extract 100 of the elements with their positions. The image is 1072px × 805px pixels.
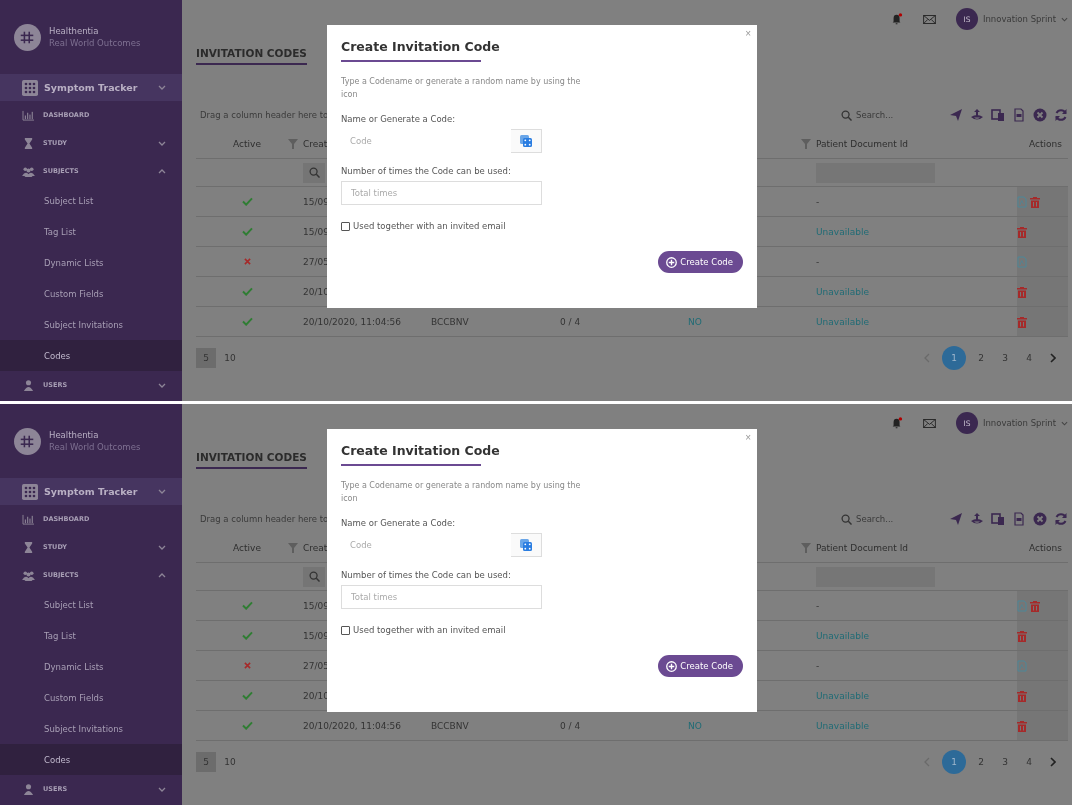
refresh-icon[interactable] bbox=[1054, 108, 1068, 122]
search-icon bbox=[841, 513, 852, 525]
table-cell: Unavailable bbox=[816, 226, 869, 237]
next-page-icon[interactable] bbox=[1050, 353, 1056, 363]
caret-icon bbox=[158, 572, 166, 578]
caret-icon bbox=[158, 140, 166, 146]
nav-subitem[interactable]: Custom Fields bbox=[0, 682, 182, 713]
field-label: Name or Generate a Code: bbox=[341, 518, 456, 528]
plus-circle-icon bbox=[666, 660, 678, 672]
nav-subitem[interactable]: Dynamic Lists bbox=[0, 651, 182, 682]
clear-icon[interactable] bbox=[1033, 108, 1047, 122]
table-cell: Unavailable bbox=[816, 630, 869, 641]
page-link[interactable]: 1 bbox=[942, 346, 966, 370]
table-cell: NO bbox=[688, 720, 702, 731]
caret-icon bbox=[1061, 420, 1068, 426]
user-name: Innovation Sprint bbox=[982, 14, 1056, 24]
table-cell: 20/10/2020, 11:04:56 bbox=[303, 720, 401, 731]
page-size-option[interactable]: 10 bbox=[220, 348, 240, 368]
upload-icon[interactable] bbox=[970, 108, 984, 122]
search-icon bbox=[308, 167, 320, 178]
generate-code-button[interactable] bbox=[511, 533, 542, 557]
column-header[interactable]: Patient Document Id bbox=[816, 139, 909, 149]
app-switcher[interactable]: Symptom Tracker bbox=[0, 478, 182, 505]
column-header[interactable]: Patient Document Id bbox=[816, 543, 909, 553]
total-times-input-field[interactable]: Total times bbox=[341, 181, 542, 205]
checkbox[interactable] bbox=[341, 625, 350, 635]
nav-subitem[interactable]: Subject List bbox=[0, 185, 182, 216]
column-header[interactable]: Actions bbox=[1029, 139, 1062, 149]
caret-icon bbox=[158, 382, 166, 388]
grid-icon bbox=[22, 483, 38, 500]
create-code-button[interactable]: Create Code bbox=[658, 655, 743, 677]
column-header[interactable]: Active bbox=[233, 543, 261, 553]
user-name: Innovation Sprint bbox=[982, 418, 1056, 428]
brand-name: Healthentia bbox=[49, 26, 100, 36]
brand-tagline: Real World Outcomes bbox=[49, 38, 141, 48]
csv-file-icon[interactable] bbox=[1012, 108, 1026, 122]
caret-icon bbox=[158, 85, 166, 90]
page-link[interactable]: 4 bbox=[1020, 346, 1038, 370]
clear-icon[interactable] bbox=[1033, 512, 1047, 526]
table-cell: Unavailable bbox=[816, 720, 869, 731]
bar-chart-icon bbox=[22, 513, 35, 525]
mail-icon[interactable] bbox=[922, 418, 936, 428]
page-link[interactable]: 2 bbox=[972, 750, 990, 774]
nav-subitem[interactable]: Dynamic Lists bbox=[0, 247, 182, 278]
page-link[interactable]: 3 bbox=[996, 346, 1014, 370]
nav-subitem[interactable]: Tag List bbox=[0, 216, 182, 247]
csv-file-icon[interactable] bbox=[1012, 512, 1026, 526]
caret-icon bbox=[158, 786, 166, 792]
page-title: INVITATION CODES bbox=[196, 38, 307, 65]
page-size-option[interactable]: 10 bbox=[220, 752, 240, 772]
hourglass-icon bbox=[22, 541, 35, 553]
total-times-input-field[interactable]: Total times bbox=[341, 585, 542, 609]
table-cell: BCCBNV bbox=[431, 316, 469, 327]
upload-icon[interactable] bbox=[970, 512, 984, 526]
checkbox[interactable] bbox=[341, 221, 350, 231]
next-page-icon[interactable] bbox=[1050, 757, 1056, 767]
nav-subitem[interactable]: Codes bbox=[0, 340, 182, 371]
nav-subitem[interactable]: Custom Fields bbox=[0, 278, 182, 309]
copy-icon[interactable] bbox=[991, 108, 1005, 122]
create-code-button[interactable]: Create Code bbox=[658, 251, 743, 273]
generate-code-button[interactable] bbox=[511, 129, 542, 153]
refresh-icon[interactable] bbox=[1054, 512, 1068, 526]
send-icon[interactable] bbox=[949, 108, 963, 122]
close-button[interactable]: × bbox=[743, 28, 753, 39]
people-icon bbox=[22, 165, 35, 177]
page-link[interactable]: 2 bbox=[972, 346, 990, 370]
table-cell: - bbox=[816, 600, 820, 611]
dialog-description: Type a Codename or generate a random name by using the icon bbox=[341, 76, 582, 101]
dialog-title: Create Invitation Code bbox=[341, 443, 500, 458]
copy-icon[interactable] bbox=[991, 512, 1005, 526]
nav-subitem[interactable]: Subject Invitations bbox=[0, 713, 182, 744]
column-header[interactable]: Creat bbox=[303, 543, 328, 553]
table-cell: BCCBNV bbox=[431, 720, 469, 731]
filter-search-button[interactable] bbox=[303, 566, 325, 587]
page-link[interactable]: 4 bbox=[1020, 750, 1038, 774]
search-input-field[interactable]: Search... bbox=[856, 514, 916, 524]
mail-icon[interactable] bbox=[922, 14, 936, 24]
nav-subitem[interactable]: Subject List bbox=[0, 589, 182, 620]
search-input-field[interactable]: Search... bbox=[856, 110, 916, 120]
page-link[interactable]: 1 bbox=[942, 750, 966, 774]
person-icon bbox=[22, 783, 35, 795]
app-switcher[interactable]: Symptom Tracker bbox=[0, 74, 182, 101]
page-link[interactable]: 3 bbox=[996, 750, 1014, 774]
table-cell: - bbox=[816, 256, 820, 267]
table-cell: - bbox=[816, 196, 820, 207]
nav-subitem[interactable]: Subject Invitations bbox=[0, 309, 182, 340]
column-header[interactable]: Creat bbox=[303, 139, 328, 149]
hourglass-icon bbox=[22, 137, 35, 149]
filter-search-button[interactable] bbox=[303, 162, 325, 183]
caret-icon bbox=[1061, 16, 1068, 22]
column-header[interactable]: Active bbox=[233, 139, 261, 149]
logo-icon bbox=[14, 23, 41, 51]
send-icon[interactable] bbox=[949, 512, 963, 526]
caret-icon bbox=[158, 489, 166, 494]
column-header[interactable]: Actions bbox=[1029, 543, 1062, 553]
close-button[interactable]: × bbox=[743, 432, 753, 443]
nav-subitem[interactable]: Codes bbox=[0, 744, 182, 775]
nav-subitem[interactable]: Tag List bbox=[0, 620, 182, 651]
checkbox-label: Used together with an invited email bbox=[353, 625, 506, 635]
table-cell: Unavailable bbox=[816, 316, 869, 327]
